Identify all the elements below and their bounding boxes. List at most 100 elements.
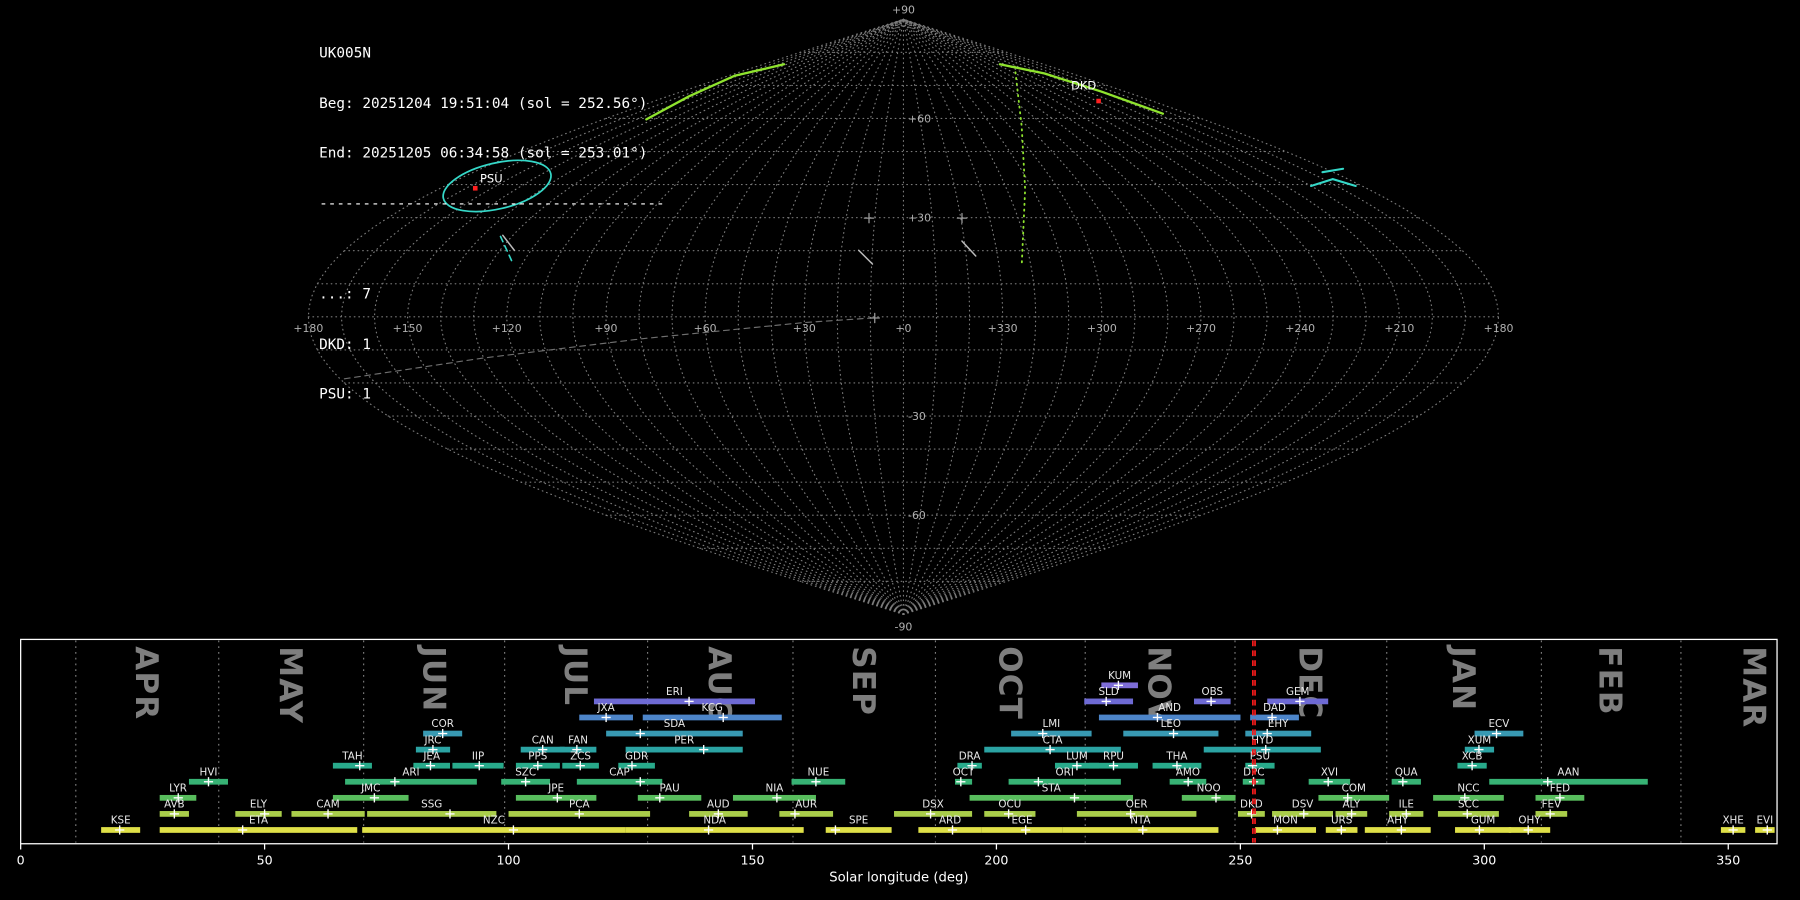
shower-OBS: OBS [1193,686,1231,706]
shower-code: PPS [528,750,547,762]
sporadic-track-2 [857,249,874,265]
shower-code: STA [1042,783,1061,795]
tick-label: 0 [17,852,25,867]
shower-SLD: SLD [1084,686,1134,706]
cross-marker-1 [863,212,875,224]
activity-bar [1255,827,1317,833]
radiant-marker [1096,98,1101,104]
shower-code: GEM [1286,686,1309,698]
count-psu: PSU: 1 [319,384,371,402]
shower-code: COM [1342,783,1366,795]
month-label: APR [128,646,164,720]
shower-code: THA [1165,750,1187,762]
activity-bar [625,827,804,833]
shower-code: OCT [953,766,975,778]
shower-code: ERI [666,686,683,698]
activity-bar [332,762,372,769]
shower-code: CAM [316,799,339,811]
shower-code: CTA [1043,734,1063,746]
shower-IIP: IIP [452,750,504,771]
shower-code: CAN [532,734,554,746]
shower-code: AVB [164,799,185,811]
activity-bar [637,794,702,801]
lon-label: +180 [1484,322,1514,335]
shower-code: ALY [1342,799,1360,811]
x-axis: 0 50 100 150 200 250 300 350 Solar longitude (de… [17,843,1740,886]
shower-code: XUM [1468,734,1492,746]
shower-code: EVI [1757,815,1774,827]
tick-label: 300 [1472,852,1496,867]
shower-code: AAN [1557,766,1579,778]
tick-label: 350 [1716,852,1740,867]
shower-XCB: XCB [1457,750,1487,771]
shower-code: DSV [1292,799,1314,811]
shower-code: KSE [111,815,131,827]
shower-PCA: PCA [508,799,651,819]
shower-AUR: AUR [779,799,834,819]
shower-code: ARD [939,815,961,827]
shower-code: CAP [609,766,630,778]
shower-code: NCC [1457,783,1479,795]
month-label: FEB [1592,646,1628,715]
shower-ARD: ARD [918,815,982,835]
month-label: MAY [272,646,308,724]
shower-code: AUD [707,799,730,811]
shower-code: NDA [703,815,726,827]
shower-code: SZC [515,766,536,778]
shower-code: LYR [169,783,187,795]
begin-time: Beg: 20251204 19:51:04 (sol = 252.56°) [319,93,648,111]
station-id: UK005N [319,43,371,61]
shower-code: AND [1158,702,1181,714]
shower-code: ORI [1056,766,1074,778]
shower-JMC: JMC [332,783,409,803]
lat-label: +90 [892,4,915,17]
month-label: JUL [557,644,593,706]
shower-code: ARI [402,766,419,778]
shower-KSE: KSE [101,815,141,835]
shower-code: AUR [795,799,817,811]
month-labels: APR MAY JUN JUL AUG SEP OCT NOV DEC JAN FEB MAR [128,644,1772,728]
shower-NOO: NOO [1181,783,1236,803]
shower-code: OBS [1202,686,1224,698]
lat-label: -90 [895,620,913,633]
shower-SZC: SZC [501,766,550,787]
shower-code: JEA [422,750,440,762]
tick-label: 50 [257,852,273,867]
month-label: JUN [416,644,452,712]
activity-timeline: APR MAY JUN JUL AUG SEP OCT NOV DEC JAN FEB MARKUME… [17,638,1778,886]
shower-CTA: CTA [984,734,1121,755]
activity-bar [159,827,358,833]
shower-code: DSX [922,799,944,811]
activity-bar [576,778,663,785]
shower-code: DKD [1240,799,1263,811]
shower-LEO: LEO [1123,718,1219,739]
shower-NUE: NUE [791,766,846,787]
shower-code: XHE [1722,815,1743,827]
shower-AHY: AHY [1364,815,1431,835]
radiant-label: DKD [1071,79,1096,93]
shower-QUA: QUA [1391,766,1421,787]
shower-ZCS: ZCS [562,750,599,771]
month-label: DEC [1291,646,1327,719]
lon-label: +240 [1285,322,1315,335]
tick-label: 150 [740,852,764,867]
shower-code: FAN [568,734,588,746]
meridian-line [902,18,971,615]
activity-bar [1181,794,1236,801]
shower-code: JXA [597,702,615,714]
shower-XHE: XHE [1720,815,1746,835]
sporadic-track-1 [961,240,977,257]
shower-code: TAH [341,750,362,762]
shower-code: SLD [1099,686,1119,698]
tick-label: 100 [497,852,521,867]
shower-DPC: DPC [1242,766,1265,787]
shower-RPU: RPU [1089,750,1138,771]
shower-code: NTA [1130,815,1150,827]
shower-GUM: GUM [1455,815,1512,835]
shower-bars: KUM ERI SLD OBS GEM JXA KCG AND DAD COR SDA LMI LEO E… [101,670,1775,835]
shower-URS: URS [1325,815,1358,835]
shower-code: NOO [1197,783,1221,795]
shower-code: PAU [659,783,679,795]
shower-code: KCG [702,702,723,714]
shower-code: COR [431,718,454,730]
